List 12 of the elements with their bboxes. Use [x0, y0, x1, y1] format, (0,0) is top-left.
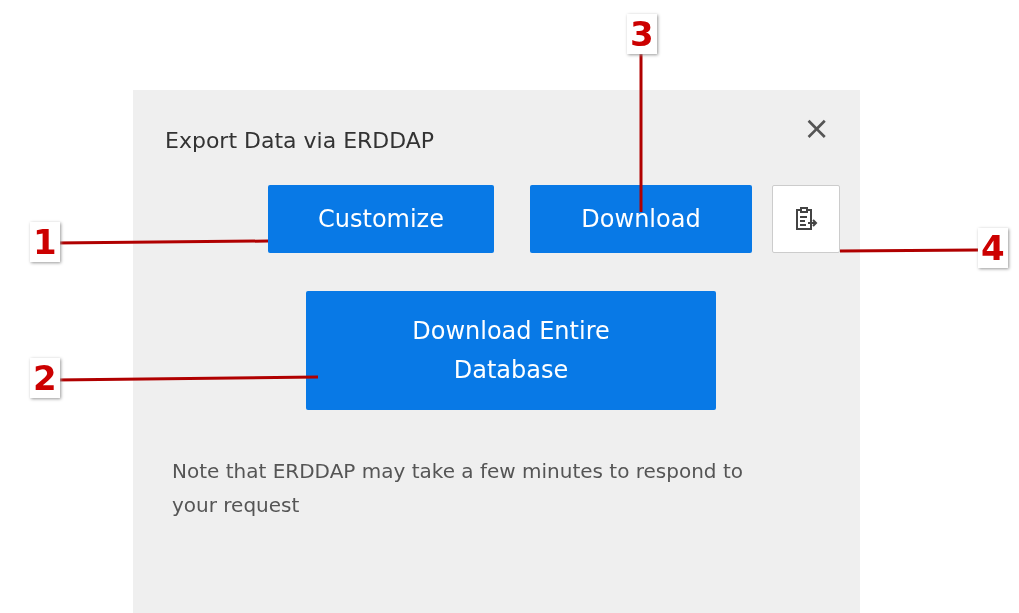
download-database-button[interactable]: Download Entire Database	[306, 291, 716, 410]
customize-button[interactable]: Customize	[268, 185, 494, 253]
callout-number: 2	[30, 358, 60, 398]
clipboard-icon	[794, 206, 818, 232]
close-button[interactable]: ×	[803, 112, 830, 144]
download-button[interactable]: Download	[530, 185, 752, 253]
dialog-title: Export Data via ERDDAP	[165, 128, 435, 155]
callout-number: 1	[30, 222, 60, 262]
callout-number: 4	[978, 228, 1008, 268]
note-text: Note that ERDDAP may take a few minutes to respond to your request	[172, 458, 744, 519]
callout-number: 3	[627, 14, 657, 54]
copy-button[interactable]	[772, 185, 840, 253]
